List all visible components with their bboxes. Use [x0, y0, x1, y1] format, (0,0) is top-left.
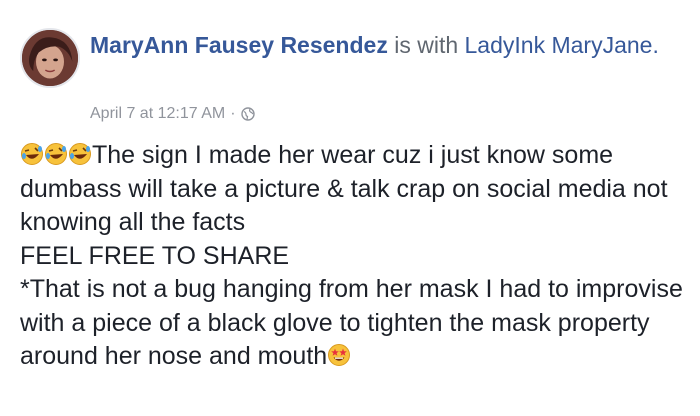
- with-text: is with: [394, 32, 459, 58]
- post-text-line-3: *That is not a bug hanging from her mask…: [20, 275, 683, 370]
- avatar[interactable]: [20, 28, 80, 88]
- star-struck-emoji-icon: [327, 343, 351, 367]
- rolling-laughing-emoji-icon: [68, 142, 92, 166]
- post-header: MaryAnn Fausey Resendez is with LadyInk …: [90, 30, 680, 61]
- rolling-laughing-emoji-icon: [44, 142, 68, 166]
- post-text-line-1: The sign I made her wear cuz i just know…: [20, 141, 668, 236]
- globe-icon[interactable]: [240, 107, 255, 121]
- post-line-1: The sign I made her wear cuz i just know…: [20, 139, 685, 240]
- post-timestamp[interactable]: April 7 at 12:17 AM: [90, 105, 225, 123]
- meta-separator: ·: [230, 105, 236, 122]
- author-name-link[interactable]: MaryAnn Fausey Resendez: [90, 32, 388, 58]
- post-body: The sign I made her wear cuz i just know…: [20, 139, 685, 374]
- post-line-2: FEEL FREE TO SHARE: [20, 240, 685, 274]
- rolling-laughing-emoji-icon: [20, 142, 44, 166]
- post-text-line-2: FEEL FREE TO SHARE: [20, 241, 290, 270]
- facebook-post: MaryAnn Fausey Resendez is with LadyInk …: [0, 0, 700, 416]
- post-line-3: *That is not a bug hanging from her mask…: [20, 273, 685, 374]
- tagged-person-link[interactable]: LadyInk MaryJane.: [465, 32, 659, 58]
- avatar-photo: [22, 30, 78, 86]
- post-meta: April 7 at 12:17 AM ·: [90, 105, 255, 123]
